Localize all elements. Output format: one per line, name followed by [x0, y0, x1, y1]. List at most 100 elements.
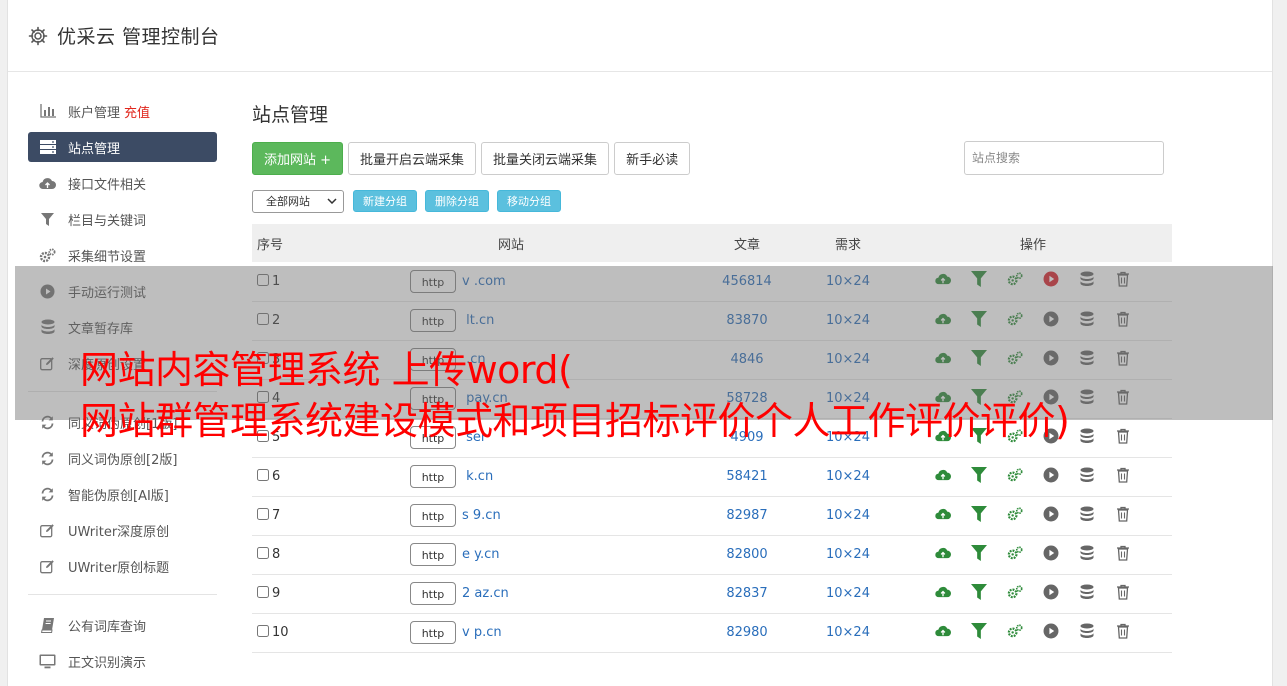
filter-icon[interactable]: [971, 583, 987, 600]
table-row: 6 http k.cn 58421 10×24: [252, 457, 1172, 496]
site-link[interactable]: s 9.cn: [462, 508, 501, 523]
site-link[interactable]: e y.cn: [462, 547, 500, 562]
play-icon[interactable]: [1043, 584, 1059, 600]
sidebar-item-uwriter-deep[interactable]: UWriter深度原创: [28, 512, 217, 548]
row-demand[interactable]: 10×24: [802, 574, 894, 613]
cloud-upload-icon[interactable]: [935, 467, 951, 483]
sidebar-item-sites[interactable]: 站点管理: [28, 132, 217, 162]
row-checkbox[interactable]: [257, 547, 269, 559]
sidebar-item-interface[interactable]: 接口文件相关: [28, 165, 217, 201]
trash-icon[interactable]: [1115, 545, 1131, 561]
row-demand[interactable]: 10×24: [802, 613, 894, 652]
database-icon[interactable]: [1079, 506, 1095, 522]
add-site-button[interactable]: 添加网站 +: [252, 141, 344, 175]
filter-icon[interactable]: [971, 466, 987, 483]
row-demand[interactable]: 10×24: [802, 535, 894, 574]
trash-icon[interactable]: [1115, 428, 1131, 444]
delete-group-button[interactable]: 删除分组: [425, 190, 489, 212]
row-number: 6: [272, 469, 281, 484]
row-checkbox[interactable]: [257, 469, 269, 481]
http-badge[interactable]: http: [410, 504, 456, 527]
trash-icon[interactable]: [1115, 506, 1131, 522]
edit-icon: [39, 522, 56, 539]
site-link[interactable]: 2 az.cn: [462, 586, 509, 601]
row-actions: [935, 505, 1131, 522]
row-no-cell: 9: [252, 574, 330, 613]
app-title: 优采云 管理控制台: [57, 26, 220, 48]
database-icon[interactable]: [1079, 545, 1095, 561]
sidebar-item-public-lexicon[interactable]: 公有词库查询: [28, 607, 217, 643]
trash-icon[interactable]: [1115, 584, 1131, 600]
new-group-button[interactable]: 新建分组: [353, 190, 417, 212]
sidebar-item-label: 智能伪原创[AI版]: [68, 488, 169, 504]
cloud-upload-icon[interactable]: [935, 506, 951, 522]
cogs-icon[interactable]: [1007, 506, 1023, 522]
row-articles[interactable]: 82980: [692, 613, 802, 652]
row-demand[interactable]: 10×24: [802, 496, 894, 535]
http-badge[interactable]: http: [410, 621, 456, 644]
recharge-link[interactable]: 充值: [124, 102, 150, 121]
database-icon[interactable]: [1079, 467, 1095, 483]
database-icon[interactable]: [1079, 584, 1095, 600]
filter-icon[interactable]: [971, 505, 987, 522]
cloud-upload-icon[interactable]: [935, 623, 951, 639]
http-badge[interactable]: http: [410, 465, 456, 488]
site-link[interactable]: k.cn: [462, 469, 493, 484]
cogs-icon[interactable]: [1007, 584, 1023, 600]
batch-open-cloud-button[interactable]: 批量开启云端采集: [348, 141, 477, 175]
play-icon[interactable]: [1043, 623, 1059, 639]
trash-icon[interactable]: [1115, 623, 1131, 639]
trash-icon[interactable]: [1115, 467, 1131, 483]
row-no-cell: 6: [252, 457, 330, 496]
row-site-cell: http 2 az.cn: [330, 574, 692, 613]
filter-icon[interactable]: [971, 622, 987, 639]
filter-icon[interactable]: [971, 544, 987, 561]
sidebar-item-ai-pseudo[interactable]: 智能伪原创[AI版]: [28, 476, 217, 512]
col-articles: 文章: [733, 237, 760, 253]
row-number: 7: [272, 508, 281, 523]
play-icon[interactable]: [1043, 545, 1059, 561]
row-ops: [894, 613, 1172, 652]
sidebar-item-account[interactable]: 账户管理 充值: [28, 93, 217, 129]
row-articles[interactable]: 82800: [692, 535, 802, 574]
cogs-icon[interactable]: [1007, 623, 1023, 639]
http-badge[interactable]: http: [410, 543, 456, 566]
row-checkbox[interactable]: [257, 625, 269, 637]
cloud-upload-icon[interactable]: [935, 584, 951, 600]
move-group-button[interactable]: 移动分组: [497, 190, 561, 212]
sidebar-item-uwriter-title[interactable]: UWriter原创标题: [28, 548, 217, 584]
row-articles[interactable]: 82837: [692, 574, 802, 613]
site-search-input[interactable]: [964, 141, 1164, 175]
col-demand: 需求: [834, 237, 861, 253]
sidebar-item-keywords[interactable]: 栏目与关键词: [28, 201, 217, 237]
guide-button[interactable]: 新手必读: [614, 141, 691, 175]
gear-icon: [28, 26, 48, 45]
row-actions: [935, 466, 1131, 483]
row-articles[interactable]: 58421: [692, 457, 802, 496]
cogs-icon[interactable]: [1007, 545, 1023, 561]
play-icon[interactable]: [1043, 506, 1059, 522]
site-filter-select[interactable]: 全部网站: [252, 189, 344, 213]
database-icon[interactable]: [1079, 623, 1095, 639]
row-checkbox[interactable]: [257, 586, 269, 598]
database-icon[interactable]: [1079, 428, 1095, 444]
batch-close-cloud-button[interactable]: 批量关闭云端采集: [481, 141, 610, 175]
row-checkbox[interactable]: [257, 508, 269, 520]
row-articles[interactable]: 82987: [692, 496, 802, 535]
sidebar-item-label: UWriter原创标题: [68, 560, 170, 576]
sidebar-item-label: 栏目与关键词: [68, 213, 147, 229]
play-icon[interactable]: [1043, 467, 1059, 483]
cogs-icon[interactable]: [1007, 467, 1023, 483]
sidebar-divider: [28, 594, 217, 595]
server-icon: [39, 139, 56, 156]
table-row: 8 http e y.cn 82800 10×24: [252, 535, 1172, 574]
row-demand[interactable]: 10×24: [802, 457, 894, 496]
row-number: 9: [272, 586, 281, 601]
row-number: 10: [272, 625, 289, 640]
sidebar-item-text-recognition[interactable]: 正文识别演示: [28, 643, 217, 679]
site-link[interactable]: v p.cn: [462, 625, 502, 640]
http-badge[interactable]: http: [410, 582, 456, 605]
table-header: 序号 网站 文章 需求 操作: [252, 224, 1172, 262]
cloud-upload-icon[interactable]: [935, 545, 951, 561]
edit-icon: [39, 558, 56, 575]
